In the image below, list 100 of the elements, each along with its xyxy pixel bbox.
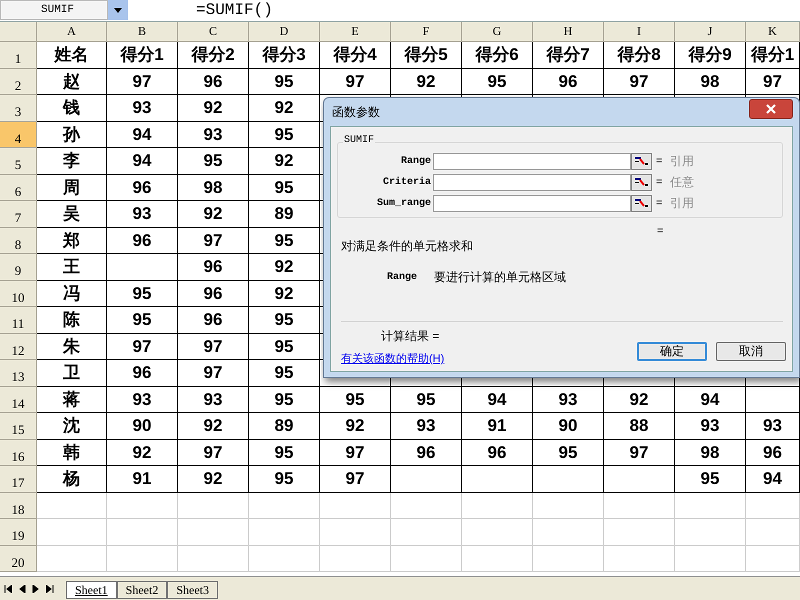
name-box[interactable]: SUMIF	[0, 0, 108, 20]
parameter-field[interactable]	[433, 174, 631, 190]
table-cell: 91	[462, 413, 533, 440]
table-cell: 95	[107, 280, 178, 307]
previous-sheet-icon[interactable]	[18, 584, 26, 592]
empty-cell	[249, 492, 320, 519]
table-cell: 95	[249, 174, 320, 201]
row-header[interactable]: 1	[0, 42, 37, 68]
column-header[interactable]: A	[37, 22, 107, 42]
empty-cell	[462, 492, 533, 519]
table-cell: 93	[533, 386, 604, 413]
column-header[interactable]: F	[391, 22, 462, 42]
column-header[interactable]: B	[107, 22, 178, 42]
collapse-button[interactable]	[631, 194, 652, 212]
sheet-tab[interactable]: Sheet3	[167, 580, 218, 598]
row-header[interactable]: 9	[0, 254, 37, 280]
help-link[interactable]: 有关该函数的帮助(H)	[341, 351, 444, 368]
next-sheet-icon[interactable]	[32, 584, 40, 592]
table-cell: 朱	[37, 334, 107, 360]
row-header[interactable]: 7	[0, 201, 37, 228]
table-cell: 92	[178, 413, 249, 440]
empty-cell	[604, 466, 675, 492]
table-cell: 97	[178, 228, 249, 254]
row-header[interactable]: 16	[0, 440, 37, 466]
column-header[interactable]: E	[320, 22, 391, 42]
column-header[interactable]: G	[462, 22, 533, 42]
parameter-hint: 引用	[670, 153, 694, 170]
sheet-tab[interactable]: Sheet1	[66, 580, 117, 598]
row-header[interactable]: 12	[0, 334, 37, 360]
table-cell: 钱	[37, 95, 107, 122]
column-header[interactable]: K	[746, 22, 800, 42]
last-sheet-icon[interactable]	[46, 584, 54, 592]
table-cell: 92	[249, 254, 320, 280]
table-cell: 92	[249, 280, 320, 307]
table-cell: 92	[604, 386, 675, 413]
row-header[interactable]: 17	[0, 466, 37, 492]
table-cell: 94	[675, 386, 746, 413]
empty-cell	[604, 546, 675, 572]
table-cell: 得分9	[675, 42, 746, 68]
table-cell: 93	[178, 386, 249, 413]
ok-button[interactable]: 确定	[637, 342, 707, 361]
equals-sign: =	[657, 224, 664, 239]
empty-cell	[178, 492, 249, 519]
row-header[interactable]: 10	[0, 280, 37, 307]
dialog-title: 函数参数	[332, 104, 380, 121]
table-cell: 94	[107, 148, 178, 174]
parameter-field[interactable]	[433, 152, 631, 170]
table-cell: 95	[391, 386, 462, 413]
table-cell: 得分3	[249, 42, 320, 68]
empty-cell	[391, 546, 462, 572]
collapse-button[interactable]	[631, 174, 652, 190]
table-cell: 95	[249, 228, 320, 254]
row-header[interactable]: 11	[0, 307, 37, 334]
table-cell: 93	[391, 413, 462, 440]
row-header[interactable]: 2	[0, 68, 37, 95]
table-cell: 96	[462, 440, 533, 466]
row-header[interactable]: 15	[0, 413, 37, 440]
table-cell: 96	[391, 440, 462, 466]
sheet-tab[interactable]: Sheet2	[116, 580, 168, 598]
column-header[interactable]: H	[533, 22, 604, 42]
column-header[interactable]: D	[249, 22, 320, 42]
row-header[interactable]: 6	[0, 174, 37, 201]
table-cell: 95	[533, 440, 604, 466]
table-cell: 姓名	[37, 42, 107, 68]
row-header[interactable]: 20	[0, 546, 37, 572]
table-cell: 93	[746, 413, 800, 440]
collapse-button[interactable]	[631, 152, 652, 170]
table-cell: 93	[107, 95, 178, 122]
cancel-button[interactable]: 取消	[716, 342, 786, 361]
table-cell: 98	[178, 174, 249, 201]
first-sheet-icon[interactable]	[4, 584, 12, 592]
row-header[interactable]: 14	[0, 386, 37, 413]
table-cell: 97	[178, 440, 249, 466]
column-header[interactable]: I	[604, 22, 675, 42]
empty-cell	[533, 519, 604, 546]
row-header[interactable]: 18	[0, 492, 37, 519]
empty-cell	[107, 492, 178, 519]
dropdown-button[interactable]	[108, 0, 128, 20]
close-button[interactable]	[749, 99, 793, 119]
column-header[interactable]: J	[675, 22, 746, 42]
row-header[interactable]: 4	[0, 122, 37, 148]
row-header[interactable]: 5	[0, 148, 37, 174]
parameter-field[interactable]	[433, 194, 631, 212]
row-header[interactable]: 19	[0, 519, 37, 546]
row-header[interactable]: 3	[0, 95, 37, 122]
column-header[interactable]: C	[178, 22, 249, 42]
empty-cell	[533, 492, 604, 519]
empty-cell	[746, 386, 800, 413]
table-cell: 94	[107, 122, 178, 148]
caret-icon	[114, 8, 122, 12]
table-cell: 96	[533, 68, 604, 95]
row-header[interactable]: 13	[0, 360, 37, 386]
range-select-icon	[634, 156, 648, 166]
formula-field[interactable]: =SUMIF()	[128, 0, 800, 21]
empty-cell	[675, 519, 746, 546]
table-cell: 95	[249, 440, 320, 466]
table-cell: 93	[107, 386, 178, 413]
table-cell: 88	[604, 413, 675, 440]
row-header[interactable]: 8	[0, 228, 37, 254]
table-cell: 95	[249, 360, 320, 386]
